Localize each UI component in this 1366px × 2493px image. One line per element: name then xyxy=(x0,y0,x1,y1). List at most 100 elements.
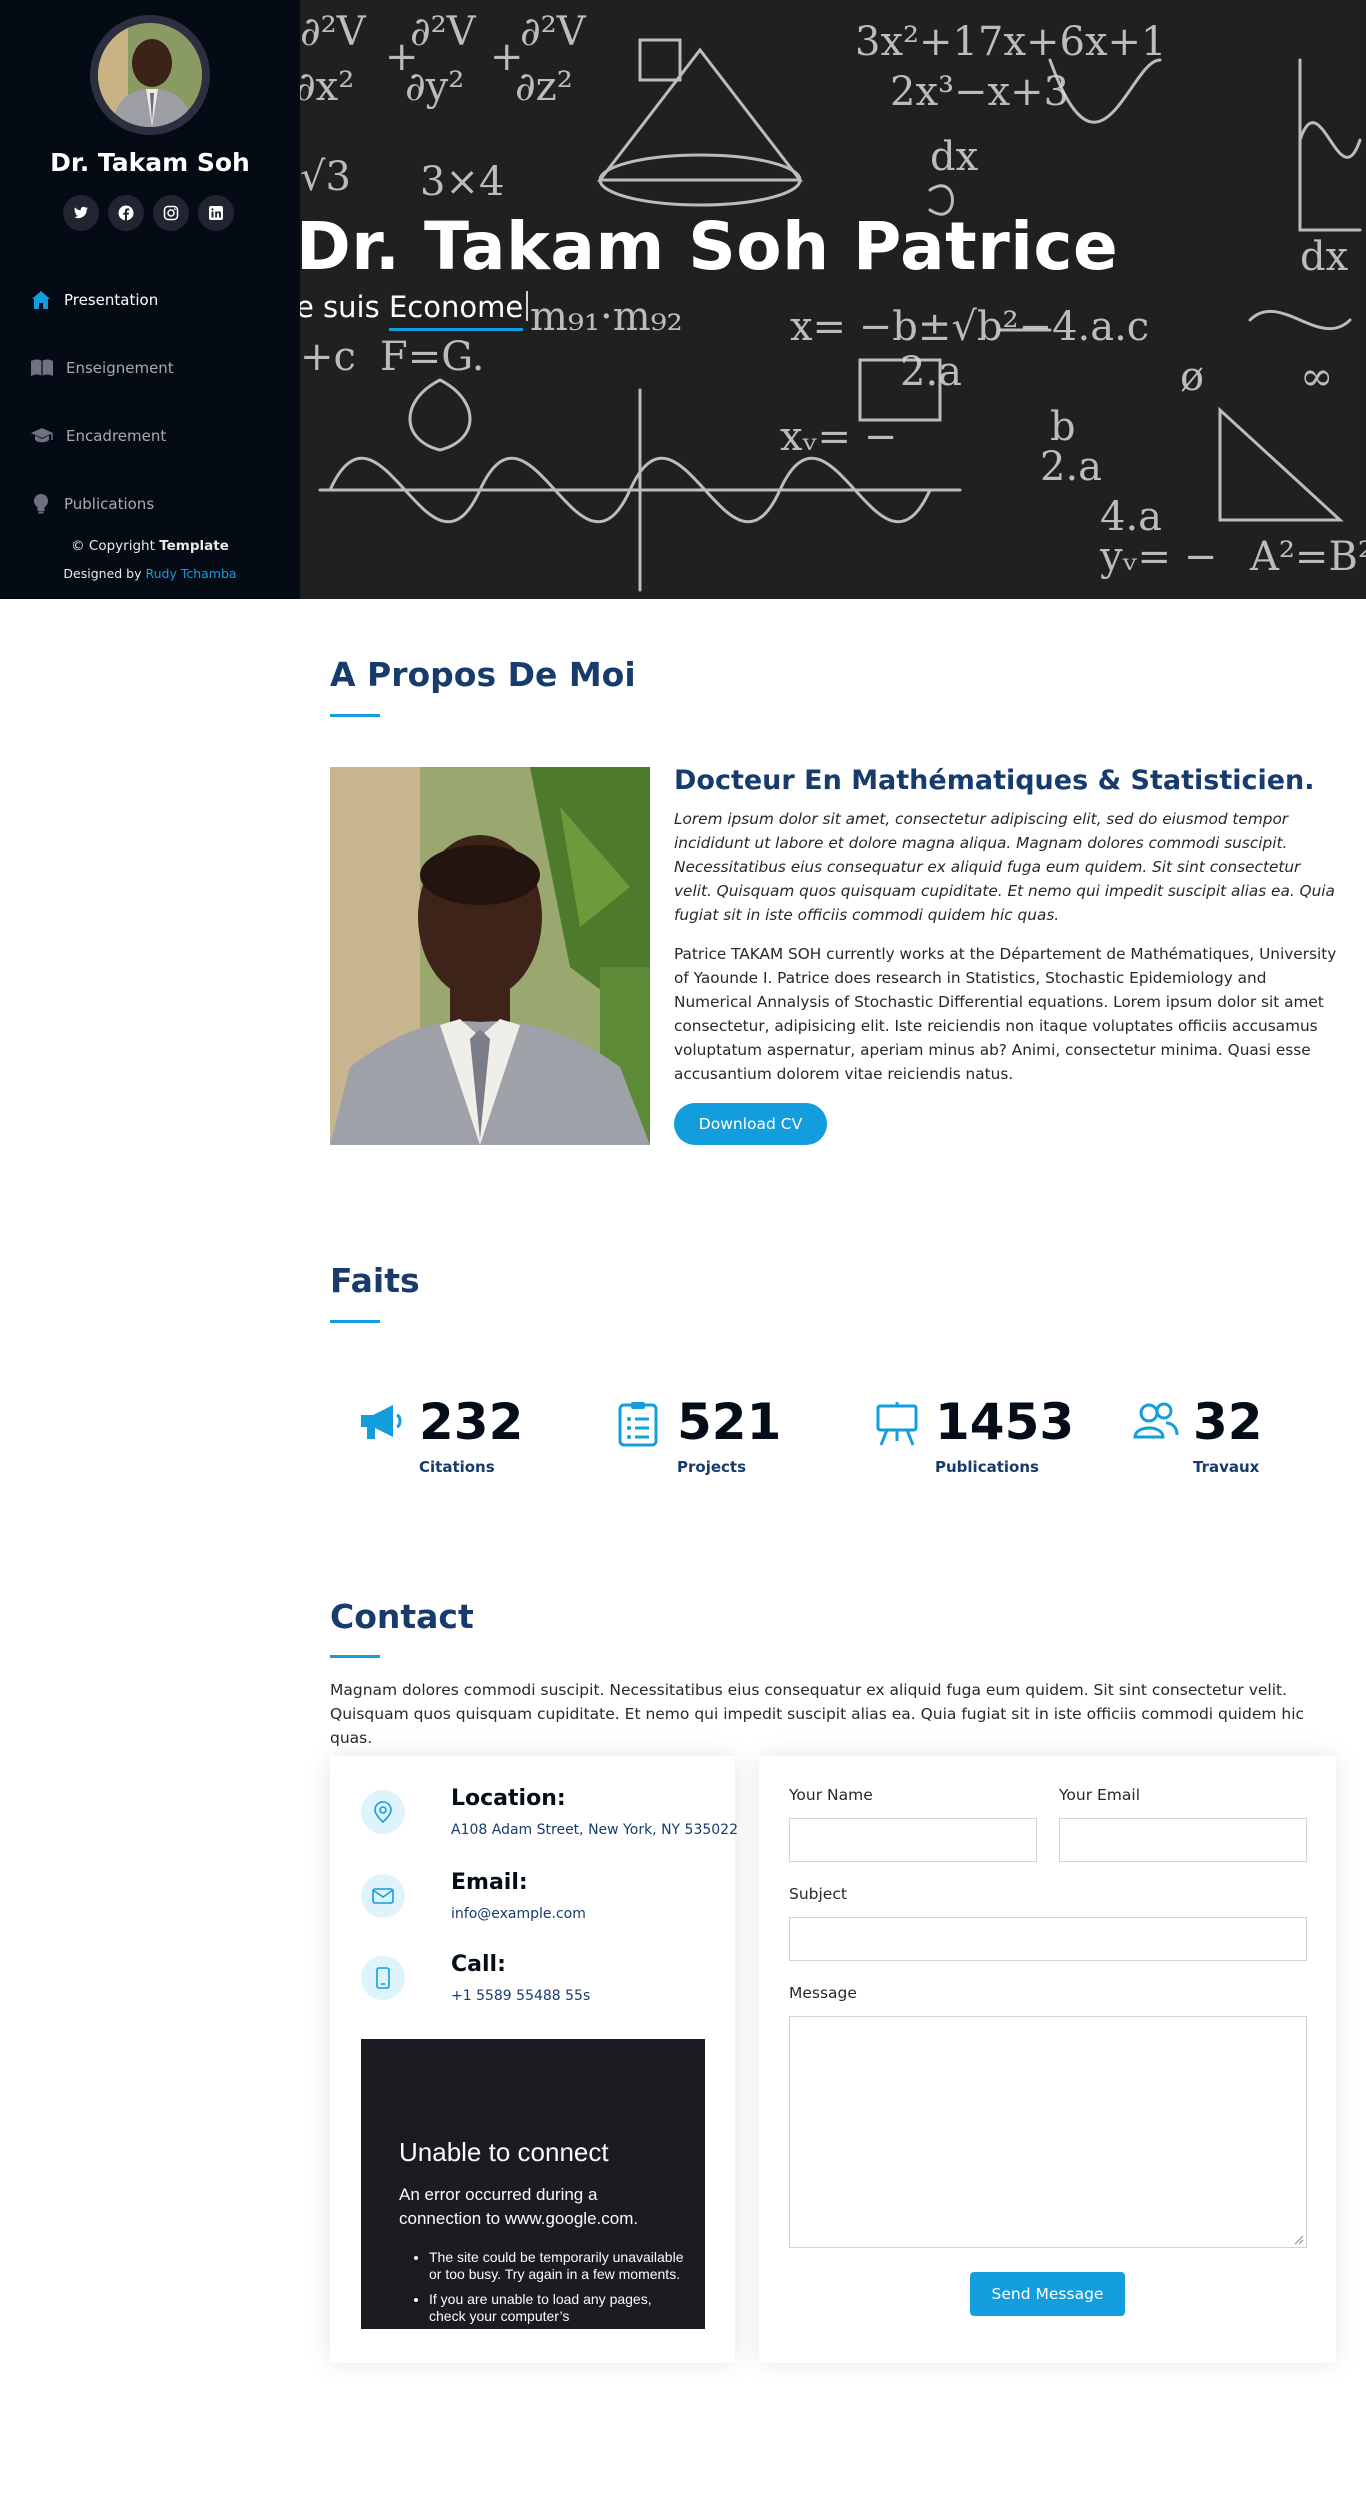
svg-text:∂x²: ∂x² xyxy=(295,64,354,110)
map-pin-icon xyxy=(361,1790,405,1834)
hero-title: Dr. Takam Soh Patrice xyxy=(296,208,1119,285)
email-value[interactable]: info@example.com xyxy=(451,1906,586,1922)
svg-text:2x³−x+3: 2x³−x+3 xyxy=(890,69,1069,115)
svg-text:2.a: 2.a xyxy=(900,349,962,395)
map-error-bullet: If you are unable to load any pages, che… xyxy=(429,2291,689,2325)
fact-value: 232 xyxy=(419,1393,524,1451)
location-value: A108 Adam Street, New York, NY 535022 xyxy=(451,1822,738,1838)
svg-text:∂²V: ∂²V xyxy=(300,9,367,55)
contact-form: Your Name Your Email Subject Message Sen… xyxy=(759,1756,1336,2363)
name-label: Your Name xyxy=(789,1786,873,1804)
facts-title: Faits xyxy=(330,1261,420,1300)
contact-intro-text: Magnam dolores commodi suscipit. Necessi… xyxy=(330,1681,1305,1747)
map-error-title: Unable to connect xyxy=(399,2137,609,2167)
map-embed-error[interactable]: Unable to connect An error occurred duri… xyxy=(361,2039,705,2329)
designer-link[interactable]: Rudy Tchamba xyxy=(145,566,236,581)
svg-text:F=G.: F=G. xyxy=(380,334,485,380)
map-error-text: An error occurred during a connection to… xyxy=(399,2185,639,2228)
designed-by: Designed by Rudy Tchamba xyxy=(0,566,300,581)
facts-title-underline xyxy=(330,1320,380,1323)
name-input[interactable] xyxy=(789,1818,1037,1862)
call-value[interactable]: +1 5589 55488 55s xyxy=(451,1988,590,2004)
about-photo xyxy=(330,767,650,1145)
about-bio-text: Patrice TAKAM SOH currently works at the… xyxy=(674,945,1337,1083)
about-title-underline xyxy=(330,714,380,717)
copyright-brand: Template xyxy=(159,538,229,554)
svg-text:x= −b±√b²−4.a.c: x= −b±√b²−4.a.c xyxy=(790,304,1149,350)
fact-label: Travaux xyxy=(1193,1458,1260,1476)
sidebar-item-label: Publications xyxy=(64,495,155,513)
svg-text:ø: ø xyxy=(1180,354,1204,400)
copyright-prefix: © Copyright xyxy=(71,538,155,554)
svg-text:∂²V: ∂²V xyxy=(410,9,477,55)
fact-label: Publications xyxy=(935,1458,1039,1476)
graduation-cap-icon xyxy=(31,428,53,443)
sidebar-nav: Presentation Enseignement Encadrement Pu… xyxy=(0,266,300,538)
fact-label: Projects xyxy=(677,1458,747,1476)
hero-subtitle-prefix: e suis xyxy=(296,290,380,324)
designed-prefix: Designed by xyxy=(63,566,142,581)
svg-text:xᵥ= −: xᵥ= − xyxy=(780,414,897,460)
svg-text:4.a: 4.a xyxy=(1100,494,1162,540)
fact-value: 32 xyxy=(1193,1393,1263,1451)
svg-text:∂z²: ∂z² xyxy=(515,64,573,110)
svg-text:m₉₁·m₉₂: m₉₁·m₉₂ xyxy=(530,294,683,340)
svg-text:∞: ∞ xyxy=(1300,354,1333,400)
contact-title: Contact xyxy=(330,1597,474,1636)
linkedin-icon[interactable] xyxy=(198,195,234,231)
map-error-list: The site could be temporarily unavailabl… xyxy=(429,2249,689,2329)
send-message-button[interactable]: Send Message xyxy=(970,2272,1125,2316)
contact-title-underline xyxy=(330,1655,380,1658)
about-italic-text: Lorem ipsum dolor sit amet, consectetur … xyxy=(674,810,1335,924)
instagram-icon[interactable] xyxy=(153,195,189,231)
sidebar-item-presentation[interactable]: Presentation xyxy=(0,266,300,334)
download-cv-button[interactable]: Download CV xyxy=(674,1103,827,1145)
about-heading: Docteur En Mathématiques & Statisticien. xyxy=(674,765,1315,796)
sidebar: Dr. Takam Soh Presentation Enseignement … xyxy=(0,0,300,599)
email-title: Email: xyxy=(451,1870,528,1895)
avatar xyxy=(90,15,210,135)
typing-caret xyxy=(526,291,529,321)
sidebar-item-label: Enseignement xyxy=(66,359,174,377)
envelope-icon xyxy=(361,1874,405,1918)
copyright: © Copyright Template xyxy=(0,538,300,554)
profile-name: Dr. Takam Soh xyxy=(50,148,250,177)
svg-text:3×4: 3×4 xyxy=(420,159,504,205)
message-label: Message xyxy=(789,1984,857,2002)
resize-handle-icon[interactable] xyxy=(1294,2235,1304,2245)
svg-text:2.a: 2.a xyxy=(1040,444,1102,490)
phone-icon xyxy=(361,1956,405,2000)
svg-text:A²=B²+C²: A²=B²+C² xyxy=(1249,534,1366,580)
svg-text:dx: dx xyxy=(1300,234,1349,280)
sidebar-item-publications[interactable]: Publications xyxy=(0,470,300,538)
sidebar-item-enseignement[interactable]: Enseignement xyxy=(0,334,300,402)
svg-text:√3: √3 xyxy=(300,154,351,200)
sidebar-item-label: Presentation xyxy=(64,291,159,309)
twitter-icon[interactable] xyxy=(63,195,99,231)
map-error-bullet: The site could be temporarily unavailabl… xyxy=(429,2249,689,2283)
book-icon xyxy=(31,359,53,376)
fact-label: Citations xyxy=(419,1458,495,1476)
megaphone-icon xyxy=(361,1405,402,1439)
sidebar-item-encadrement[interactable]: Encadrement xyxy=(0,402,300,470)
about-title: A Propos De Moi xyxy=(330,655,636,694)
lightbulb-icon xyxy=(34,494,48,514)
call-title: Call: xyxy=(451,1952,506,1977)
facebook-icon[interactable] xyxy=(108,195,144,231)
home-icon xyxy=(32,291,50,309)
sidebar-item-label: Encadrement xyxy=(66,427,167,445)
svg-text:∂y²: ∂y² xyxy=(405,64,464,110)
email-label: Your Email xyxy=(1059,1786,1141,1804)
hero-typed-word: Econome xyxy=(388,290,524,331)
hero-subtitle: e suis Econome xyxy=(296,290,529,331)
svg-text:∂²V: ∂²V xyxy=(520,9,587,55)
message-textarea[interactable] xyxy=(789,2016,1307,2248)
svg-text:dx: dx xyxy=(930,134,979,180)
fact-value: 1453 xyxy=(935,1393,1075,1451)
subject-input[interactable] xyxy=(789,1917,1307,1961)
clipboard-icon xyxy=(618,1402,658,1447)
email-input[interactable] xyxy=(1059,1818,1307,1862)
svg-text:+c: +c xyxy=(300,334,356,380)
svg-text:yᵥ= −: yᵥ= − xyxy=(1099,534,1217,580)
subject-label: Subject xyxy=(789,1885,847,1903)
